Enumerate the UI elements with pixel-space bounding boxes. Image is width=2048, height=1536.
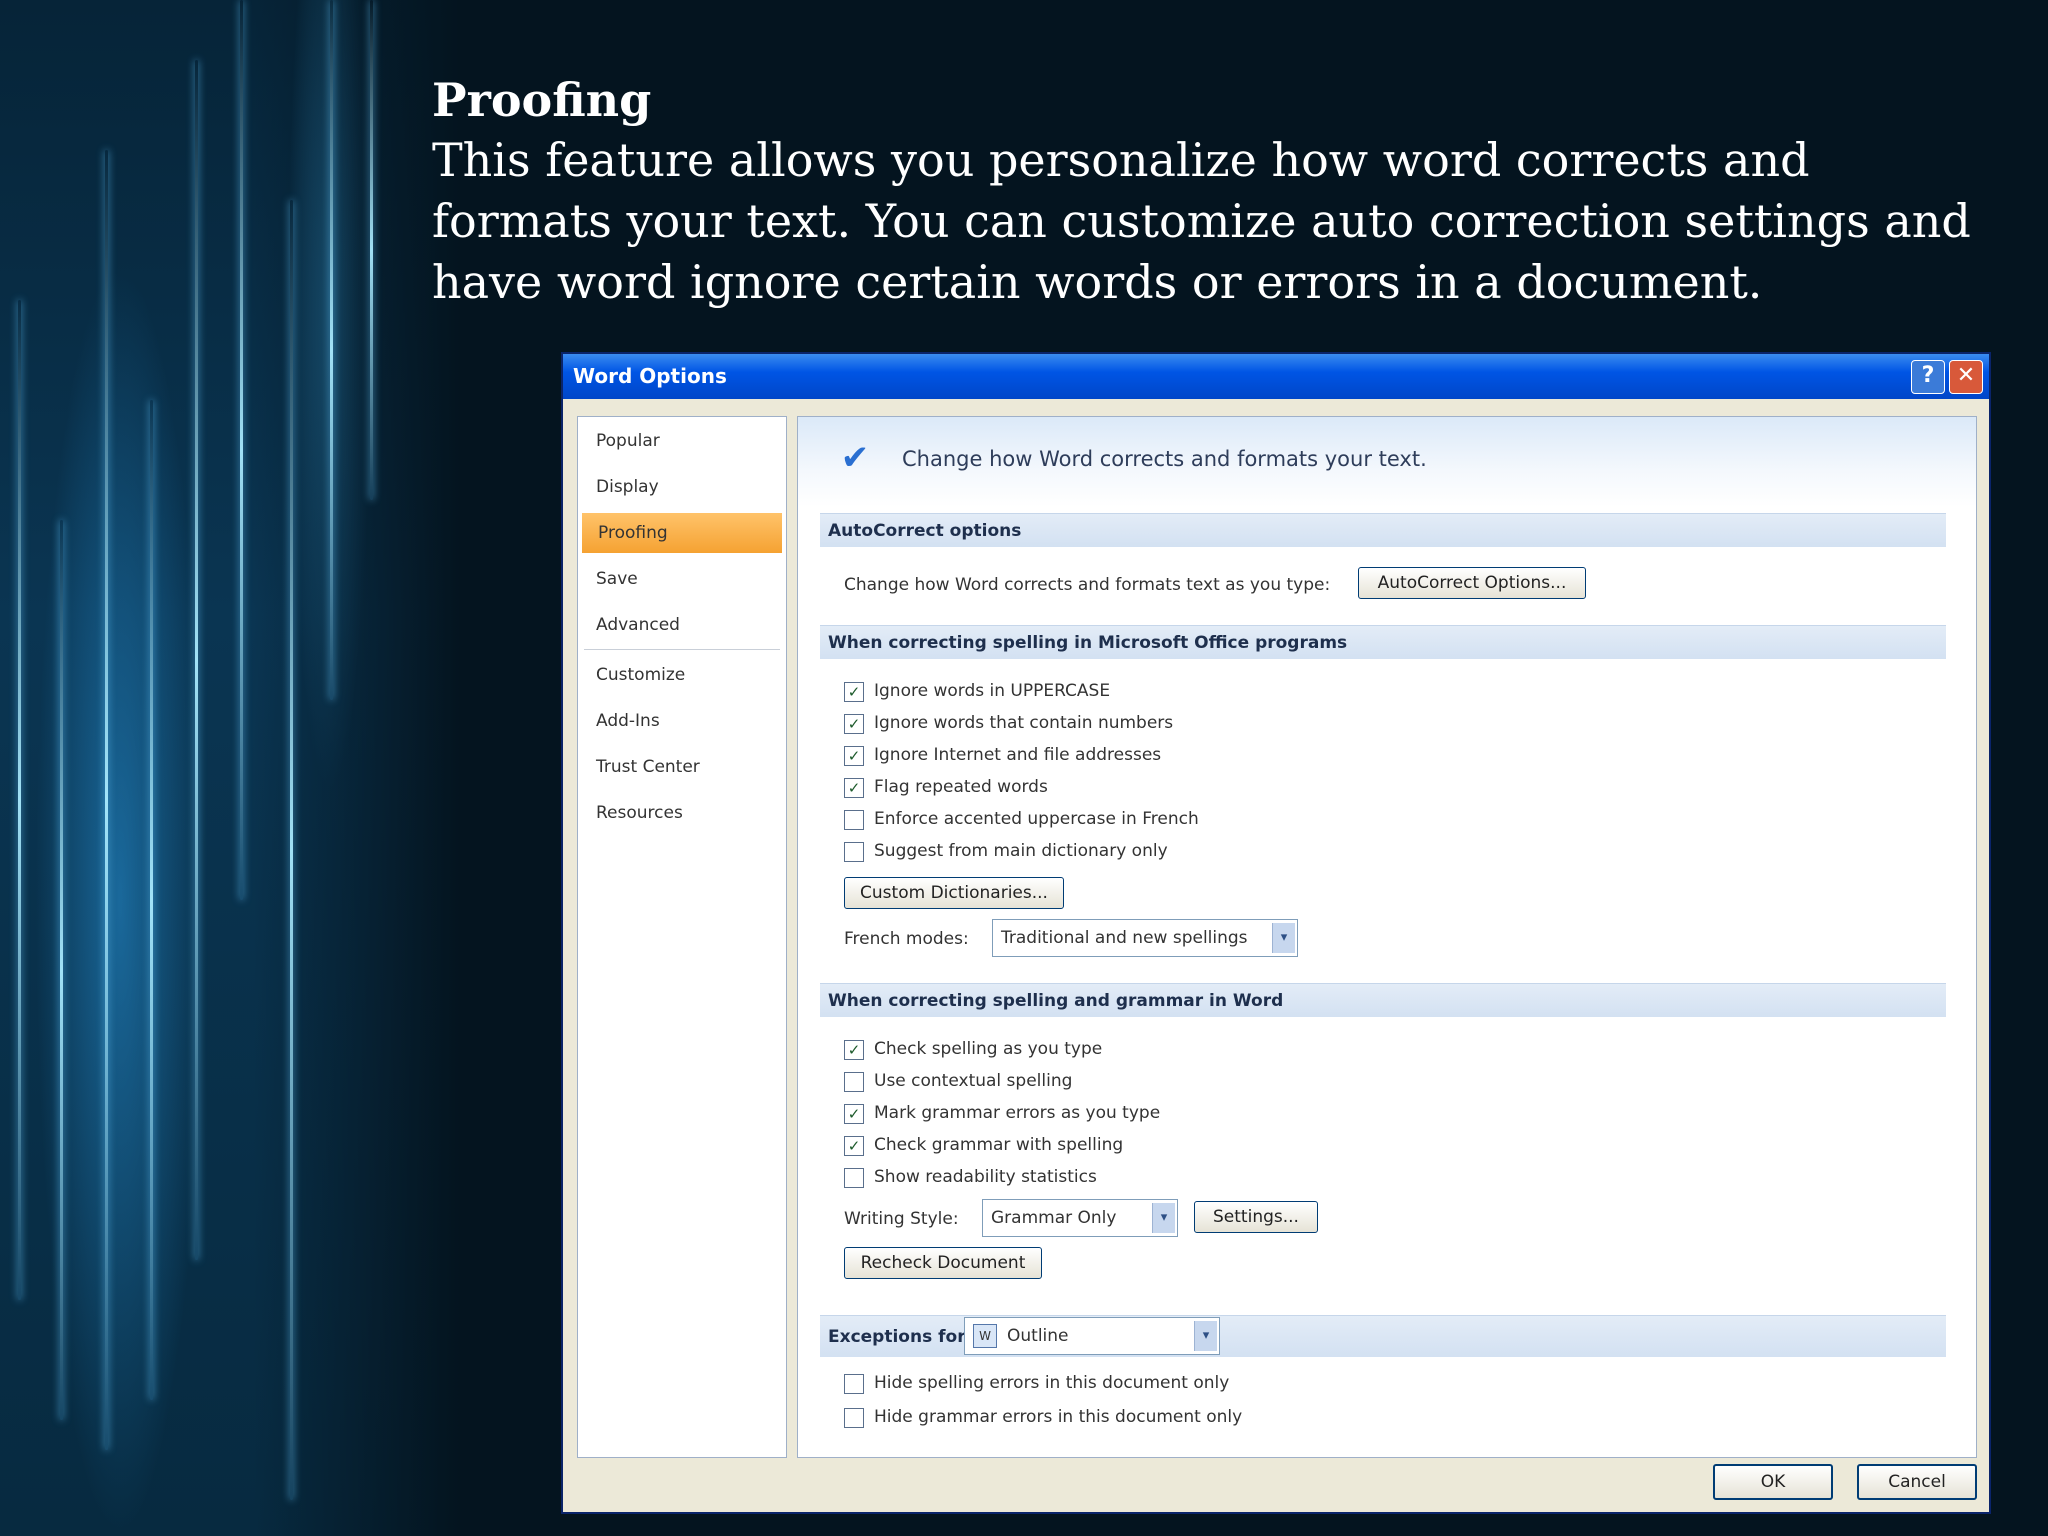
nav-item-resources[interactable]: Resources	[596, 803, 683, 823]
light-streak	[60, 520, 63, 1420]
checkbox[interactable]: ✓	[844, 1040, 864, 1060]
option-label: Enforce accented uppercase in French	[874, 809, 1199, 829]
light-streak	[195, 60, 198, 1260]
option-label: Suggest from main dictionary only	[874, 841, 1168, 861]
slide-heading: Proofing	[432, 73, 652, 127]
nav-item-customize[interactable]: Customize	[596, 665, 685, 685]
exceptions-document-value: Outline	[1007, 1326, 1069, 1346]
slide-text: Proofing This feature allows you persona…	[432, 70, 1992, 313]
chevron-down-icon[interactable]: ▾	[1272, 923, 1295, 953]
section-header-office-spelling: When correcting spelling in Microsoft Of…	[820, 625, 1946, 659]
exceptions-label: Exceptions for:	[828, 1327, 973, 1347]
background-light-streaks	[0, 0, 460, 1536]
option-label: Mark grammar errors as you type	[874, 1103, 1161, 1123]
checkbox[interactable]: ✓	[844, 1104, 864, 1124]
checkbox[interactable]	[844, 1374, 864, 1394]
option-label: Ignore Internet and file addresses	[874, 745, 1162, 765]
checkbox[interactable]: ✓	[844, 714, 864, 734]
dialog-titlebar: Word Options ? ✕	[563, 354, 1989, 399]
abc-check-icon: ✔	[840, 438, 870, 478]
options-nav: Popular Display Proofing Save Advanced C…	[577, 416, 787, 1458]
option-label: Ignore words that contain numbers	[874, 713, 1174, 733]
slide-paragraph: This feature allows you personalize how …	[432, 133, 1971, 309]
banner-text: Change how Word corrects and formats you…	[902, 447, 1427, 471]
option-label: Use contextual spelling	[874, 1071, 1073, 1091]
option-label: Hide spelling errors in this document on…	[874, 1373, 1230, 1393]
nav-item-popular[interactable]: Popular	[596, 431, 660, 451]
light-streak	[240, 0, 243, 900]
writing-style-value: Grammar Only	[991, 1208, 1117, 1228]
document-icon: W	[973, 1324, 997, 1348]
checkbox[interactable]: ✓	[844, 778, 864, 798]
light-streak	[330, 0, 333, 700]
dialog-title: Word Options	[573, 364, 727, 388]
light-streak	[105, 150, 108, 1450]
light-streak	[290, 200, 293, 1500]
custom-dictionaries-button[interactable]: Custom Dictionaries...	[844, 877, 1064, 909]
nav-item-proofing[interactable]: Proofing	[582, 513, 782, 553]
help-button[interactable]: ?	[1911, 360, 1945, 394]
checkbox[interactable]: ✓	[844, 746, 864, 766]
nav-item-save[interactable]: Save	[596, 569, 638, 589]
nav-divider	[584, 649, 780, 650]
panel-banner: ✔ Change how Word corrects and formats y…	[798, 417, 1976, 507]
light-streak	[18, 300, 21, 1300]
checkbox[interactable]	[844, 1168, 864, 1188]
nav-item-display[interactable]: Display	[596, 477, 659, 497]
nav-item-add-ins[interactable]: Add-Ins	[596, 711, 660, 731]
french-modes-value: Traditional and new spellings	[1001, 928, 1248, 948]
question-icon: ?	[1921, 363, 1935, 388]
chevron-down-icon[interactable]: ▾	[1194, 1321, 1217, 1351]
french-modes-label: French modes:	[844, 929, 969, 949]
chevron-down-icon[interactable]: ▾	[1152, 1203, 1175, 1233]
section-header-word-spelling: When correcting spelling and grammar in …	[820, 983, 1946, 1017]
settings-button[interactable]: Settings...	[1194, 1201, 1318, 1233]
light-streak	[150, 400, 153, 1400]
section-header-autocorrect: AutoCorrect options	[820, 513, 1946, 547]
checkbox[interactable]	[844, 1408, 864, 1428]
checkbox[interactable]	[844, 1072, 864, 1092]
option-label: Check grammar with spelling	[874, 1135, 1124, 1155]
recheck-document-button[interactable]: Recheck Document	[844, 1247, 1042, 1279]
french-modes-select[interactable]: Traditional and new spellings ▾	[992, 919, 1298, 957]
cancel-button[interactable]: Cancel	[1857, 1464, 1977, 1500]
checkbox[interactable]	[844, 810, 864, 830]
checkbox[interactable]	[844, 842, 864, 862]
exceptions-document-select[interactable]: W Outline ▾	[964, 1317, 1220, 1355]
checkbox[interactable]: ✓	[844, 682, 864, 702]
option-label: Show readability statistics	[874, 1167, 1097, 1187]
close-icon: ✕	[1956, 363, 1976, 388]
ok-button[interactable]: OK	[1713, 1464, 1833, 1500]
checkbox[interactable]: ✓	[844, 1136, 864, 1156]
option-label: Ignore words in UPPERCASE	[874, 681, 1111, 701]
nav-item-advanced[interactable]: Advanced	[596, 615, 680, 635]
light-streak	[370, 0, 373, 500]
autocorrect-options-button[interactable]: AutoCorrect Options...	[1358, 567, 1586, 599]
proofing-panel: ✔ Change how Word corrects and formats y…	[797, 416, 1977, 1458]
option-label: Hide grammar errors in this document onl…	[874, 1407, 1243, 1427]
nav-item-trust-center[interactable]: Trust Center	[596, 757, 700, 777]
close-button[interactable]: ✕	[1949, 360, 1983, 394]
option-label: Flag repeated words	[874, 777, 1048, 797]
option-label: Check spelling as you type	[874, 1039, 1103, 1059]
writing-style-label: Writing Style:	[844, 1209, 959, 1229]
autocorrect-description: Change how Word corrects and formats tex…	[844, 575, 1331, 595]
word-options-dialog: Word Options ? ✕ Popular Display Proofin…	[561, 352, 1991, 1514]
writing-style-select[interactable]: Grammar Only ▾	[982, 1199, 1178, 1237]
